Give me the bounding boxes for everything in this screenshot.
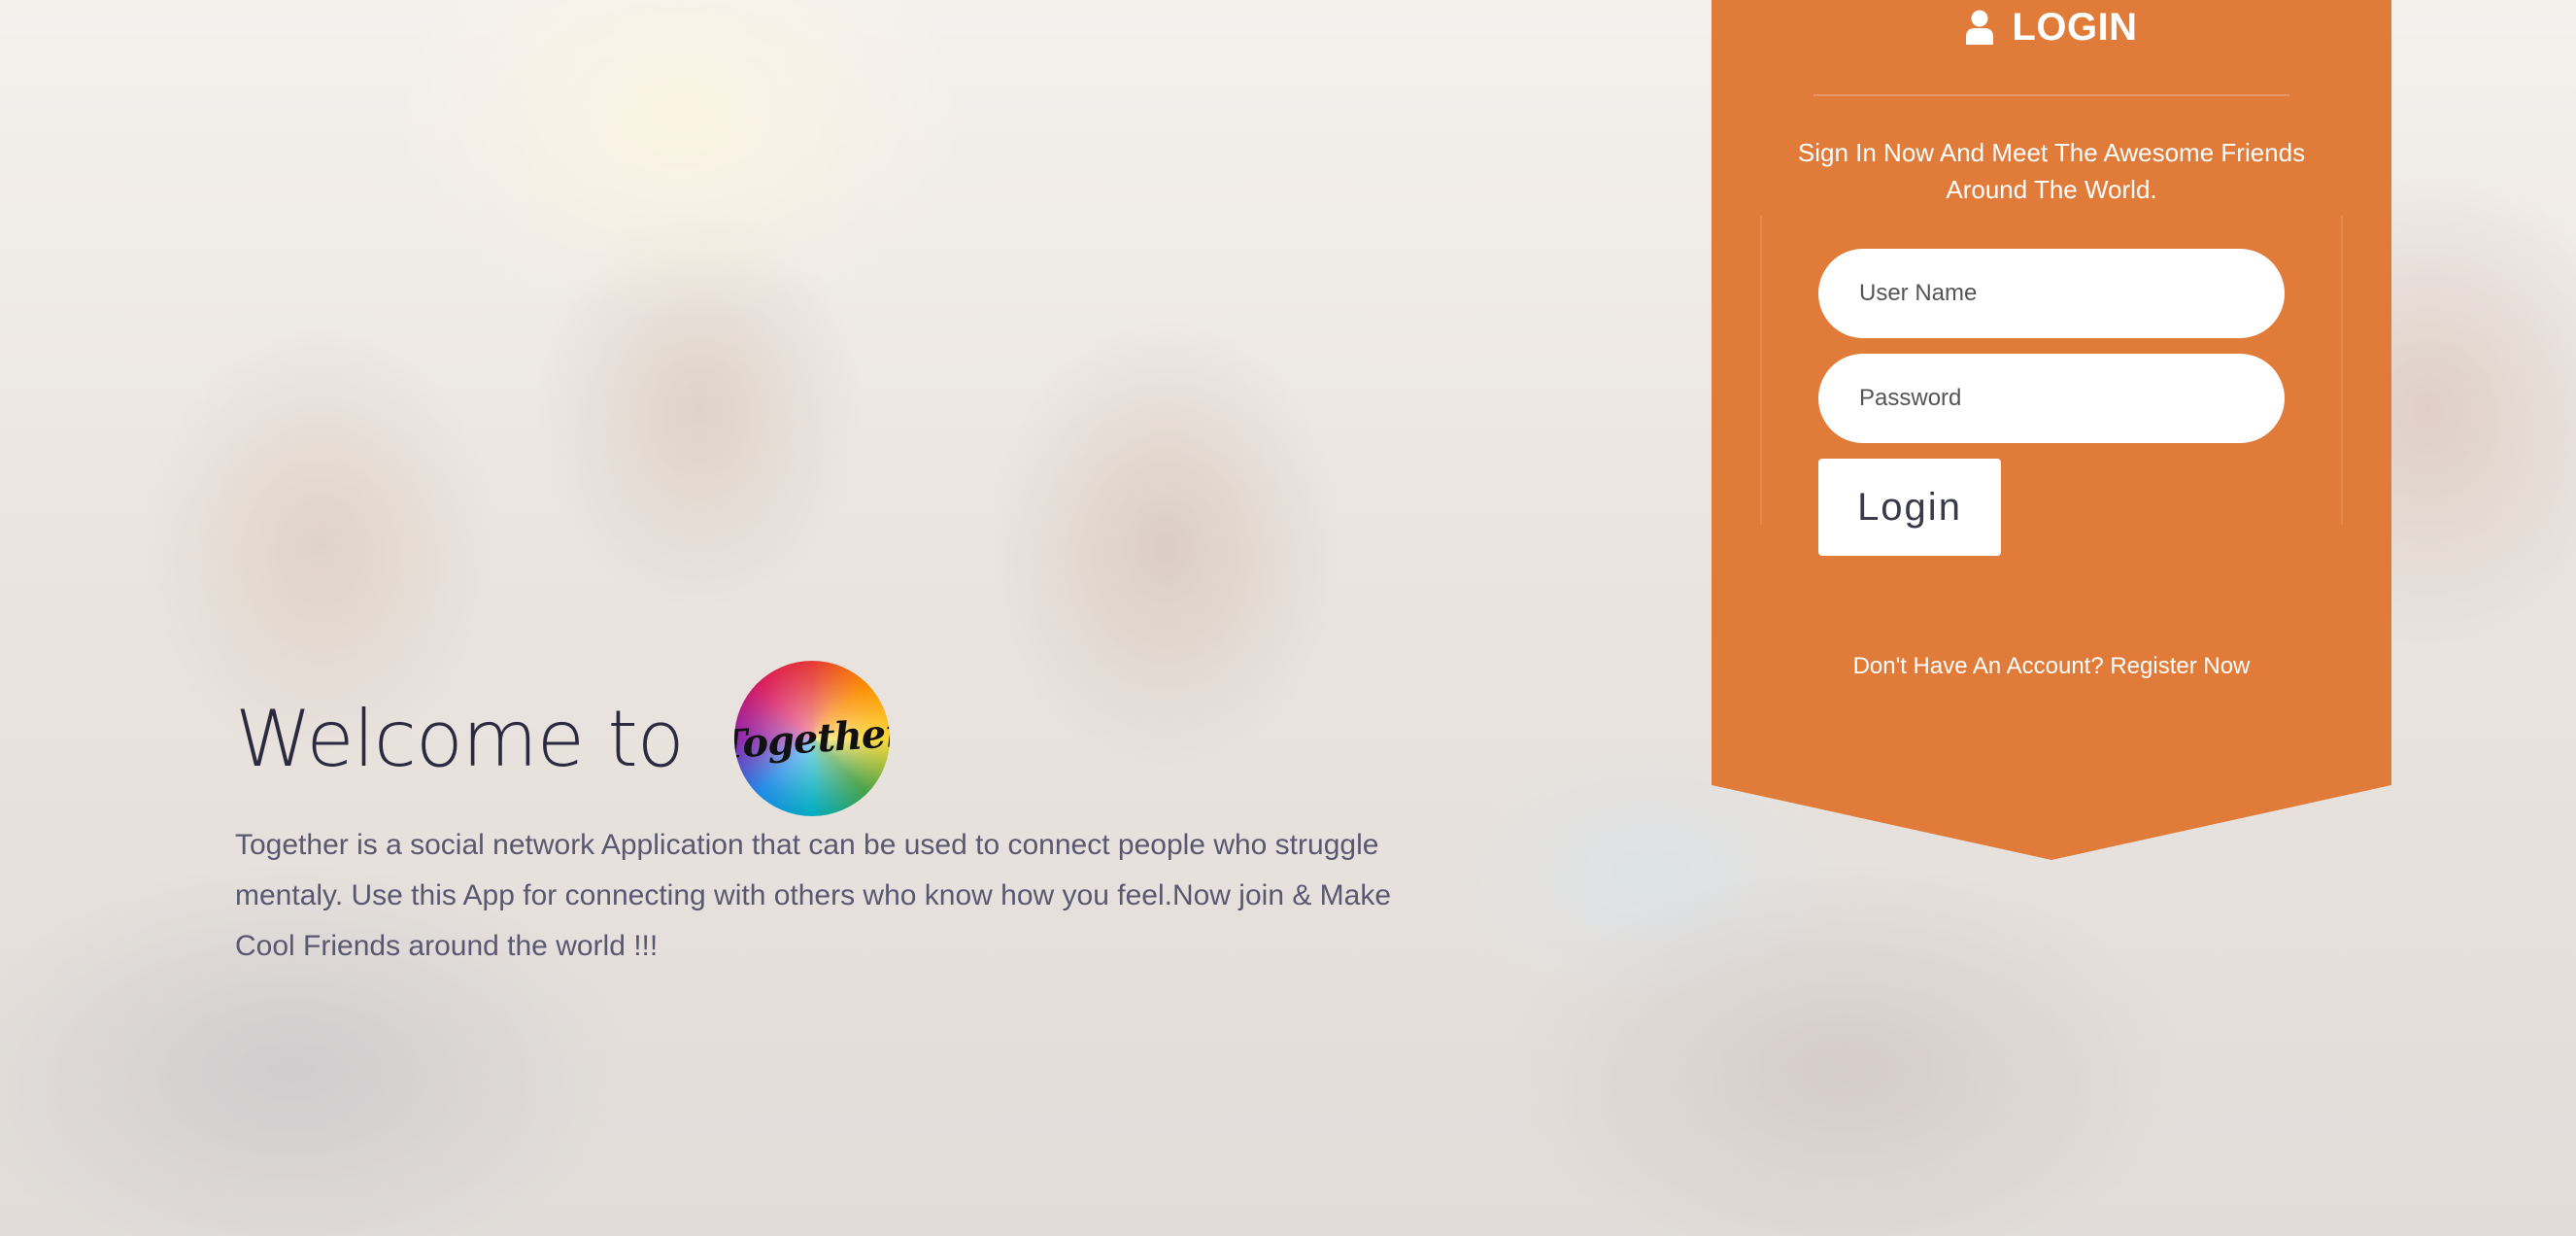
welcome-row: Welcome to Together [235,661,1459,816]
username-input[interactable] [1818,249,2285,338]
login-subtitle: Sign In Now And Meet The Awesome Friends… [1797,138,2306,204]
login-header: LOGIN [1712,0,2391,54]
login-panel: LOGIN Sign In Now And Meet The Awesome F… [1712,0,2391,860]
login-button[interactable]: Login [1818,459,2001,556]
login-title: LOGIN [2012,5,2138,49]
header-divider [1813,94,2289,96]
app-description: Together is a social network Application… [235,829,1392,962]
logo-wordmark: Together [733,708,890,769]
welcome-heading: Welcome to [235,693,685,784]
together-logo: Together [733,661,890,816]
password-input[interactable] [1818,354,2285,443]
user-icon [1965,10,1994,45]
hero-section: Welcome to Together Together is a social… [235,661,1459,1001]
page: Welcome to Together Together is a social… [0,0,2576,1236]
register-link[interactable]: Don't Have An Account? Register Now [1712,653,2391,680]
